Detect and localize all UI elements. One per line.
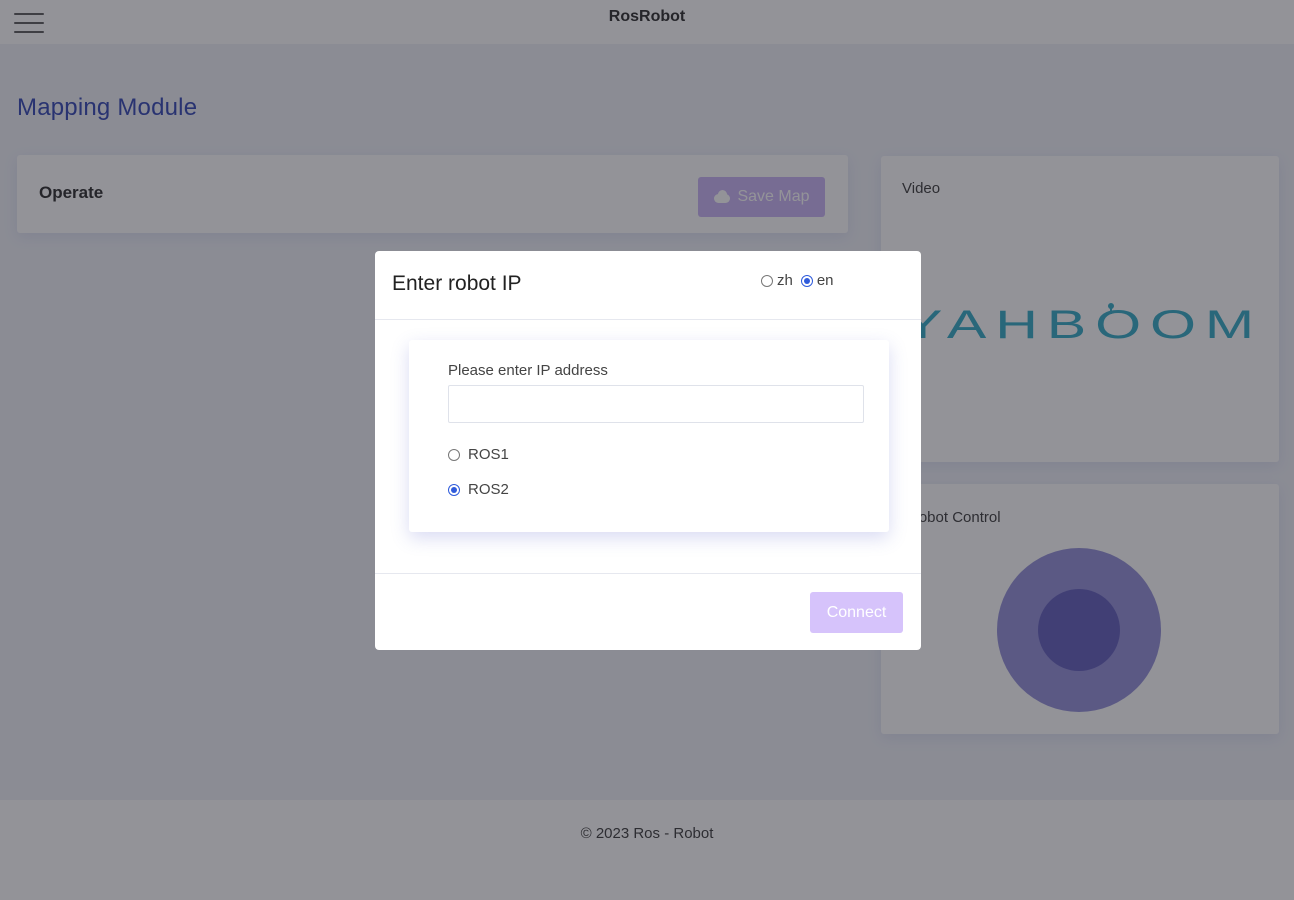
ip-address-input[interactable] — [448, 385, 864, 423]
radio-zh[interactable] — [761, 274, 773, 287]
robot-ip-dialog: Enter robot IP zh en Please enter IP add… — [375, 251, 921, 650]
radio-ros1[interactable] — [448, 448, 460, 461]
ros1-label: ROS1 — [468, 446, 509, 463]
page: RosRobot Mapping Module Operate Save Map… — [0, 0, 1294, 900]
language-option-zh[interactable]: zh — [761, 272, 793, 289]
ros1-option[interactable]: ROS1 — [448, 446, 509, 463]
ros2-option[interactable]: ROS2 — [448, 481, 509, 498]
ros2-label: ROS2 — [468, 481, 509, 498]
radio-en[interactable] — [800, 274, 813, 287]
connect-button[interactable]: Connect — [810, 592, 903, 633]
language-label-en: en — [816, 272, 834, 289]
dialog-form: Please enter IP address ROS1 ROS2 — [409, 340, 889, 532]
dialog-footer: Connect — [375, 573, 921, 651]
language-label-zh: zh — [777, 272, 793, 289]
dialog-header: Enter robot IP zh en — [375, 251, 921, 320]
dialog-title: Enter robot IP — [392, 272, 522, 295]
ip-address-label: Please enter IP address — [448, 362, 608, 379]
language-option-en[interactable]: en — [800, 272, 834, 289]
radio-ros2[interactable] — [448, 483, 460, 496]
language-selector: zh en — [761, 272, 838, 289]
